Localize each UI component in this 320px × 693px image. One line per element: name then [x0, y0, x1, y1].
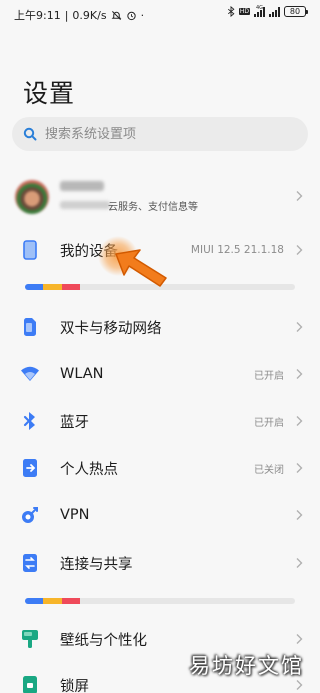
bluetooth-status-icon [227, 6, 235, 17]
chevron-right-icon [296, 416, 303, 426]
signal-strength-2-icon [269, 6, 280, 17]
my-device-version: MIUI 12.5 21.1.18 [190, 244, 284, 256]
search-input[interactable] [45, 117, 300, 151]
storage-segment [62, 598, 80, 604]
menu-status: 已开启 [254, 370, 284, 382]
storage-segment [43, 284, 62, 290]
menu-row-bluetooth[interactable]: 蓝牙 已开启 [0, 398, 320, 444]
chevron-right-icon [296, 680, 303, 690]
battery-level: 80 [289, 7, 301, 16]
menu-status: 已关闭 [254, 464, 284, 476]
wifi-icon [19, 363, 41, 385]
status-bar: 上午9:11 | 0.9K/s · HD 80 4G [0, 0, 320, 28]
chevron-right-icon [296, 558, 303, 568]
chevron-right-icon [296, 634, 303, 644]
menu-label: 连接与共享 [60, 556, 133, 573]
menu-label: 双卡与移动网络 [60, 320, 162, 337]
mute-icon [111, 10, 121, 20]
storage-segment [43, 598, 62, 604]
battery-indicator: 80 [284, 6, 308, 17]
storage-segment [62, 284, 80, 290]
status-speed: 0.9K/s [72, 8, 107, 22]
watermark: 易坊好文馆 [189, 654, 304, 678]
storage-segment [25, 284, 43, 290]
vpn-icon [19, 504, 41, 526]
menu-row-wlan[interactable]: WLAN 已开启 [0, 351, 320, 397]
menu-row-hotspot[interactable]: 个人热点 已关闭 [0, 445, 320, 491]
chevron-right-icon [296, 510, 303, 520]
menu-label: 锁屏 [60, 678, 89, 693]
status-divider: | [64, 8, 69, 22]
storage-bar [25, 598, 295, 604]
phone-icon [19, 239, 41, 261]
status-left: 上午9:11 | 0.9K/s · [14, 7, 144, 23]
menu-row-vpn[interactable]: VPN [0, 492, 320, 538]
bluetooth-icon [19, 410, 41, 432]
menu-label: 壁纸与个性化 [60, 632, 147, 649]
status-right: HD 80 [227, 6, 308, 17]
lock-screen-icon [19, 674, 41, 693]
network-type: 4G [256, 5, 264, 11]
tap-pointer-icon [98, 236, 167, 287]
menu-row-connection-share[interactable]: 连接与共享 [0, 540, 320, 586]
chevron-right-icon [296, 369, 303, 379]
alarm-icon [126, 11, 136, 20]
hotspot-icon [19, 457, 41, 479]
menu-status: 已开启 [254, 417, 284, 429]
menu-label: 蓝牙 [60, 414, 89, 431]
avatar [15, 180, 49, 214]
menu-label: WLAN [60, 366, 104, 382]
status-dot: · [140, 8, 145, 22]
account-row[interactable]: 云服务、支付信息等 [0, 174, 320, 222]
menu-label: 个人热点 [60, 461, 118, 478]
account-name-blurred [60, 181, 104, 191]
chevron-right-icon [296, 322, 303, 332]
chevron-right-icon [296, 191, 303, 201]
chevron-right-icon [296, 463, 303, 473]
status-time: 上午9:11 [14, 9, 61, 22]
storage-segment [25, 598, 43, 604]
connection-share-icon [19, 552, 41, 574]
sim-card-icon [19, 316, 41, 338]
page-title: 设置 [23, 79, 76, 108]
menu-label: VPN [60, 507, 90, 523]
search-bar[interactable] [12, 117, 308, 151]
wallpaper-icon [19, 628, 41, 650]
menu-row-dual-sim[interactable]: 双卡与移动网络 [0, 304, 320, 350]
account-info-blurred [60, 201, 110, 209]
hd-icon: HD [238, 8, 250, 15]
chevron-right-icon [296, 245, 303, 255]
search-icon [23, 127, 37, 141]
account-subtitle: 云服务、支付信息等 [108, 202, 198, 213]
